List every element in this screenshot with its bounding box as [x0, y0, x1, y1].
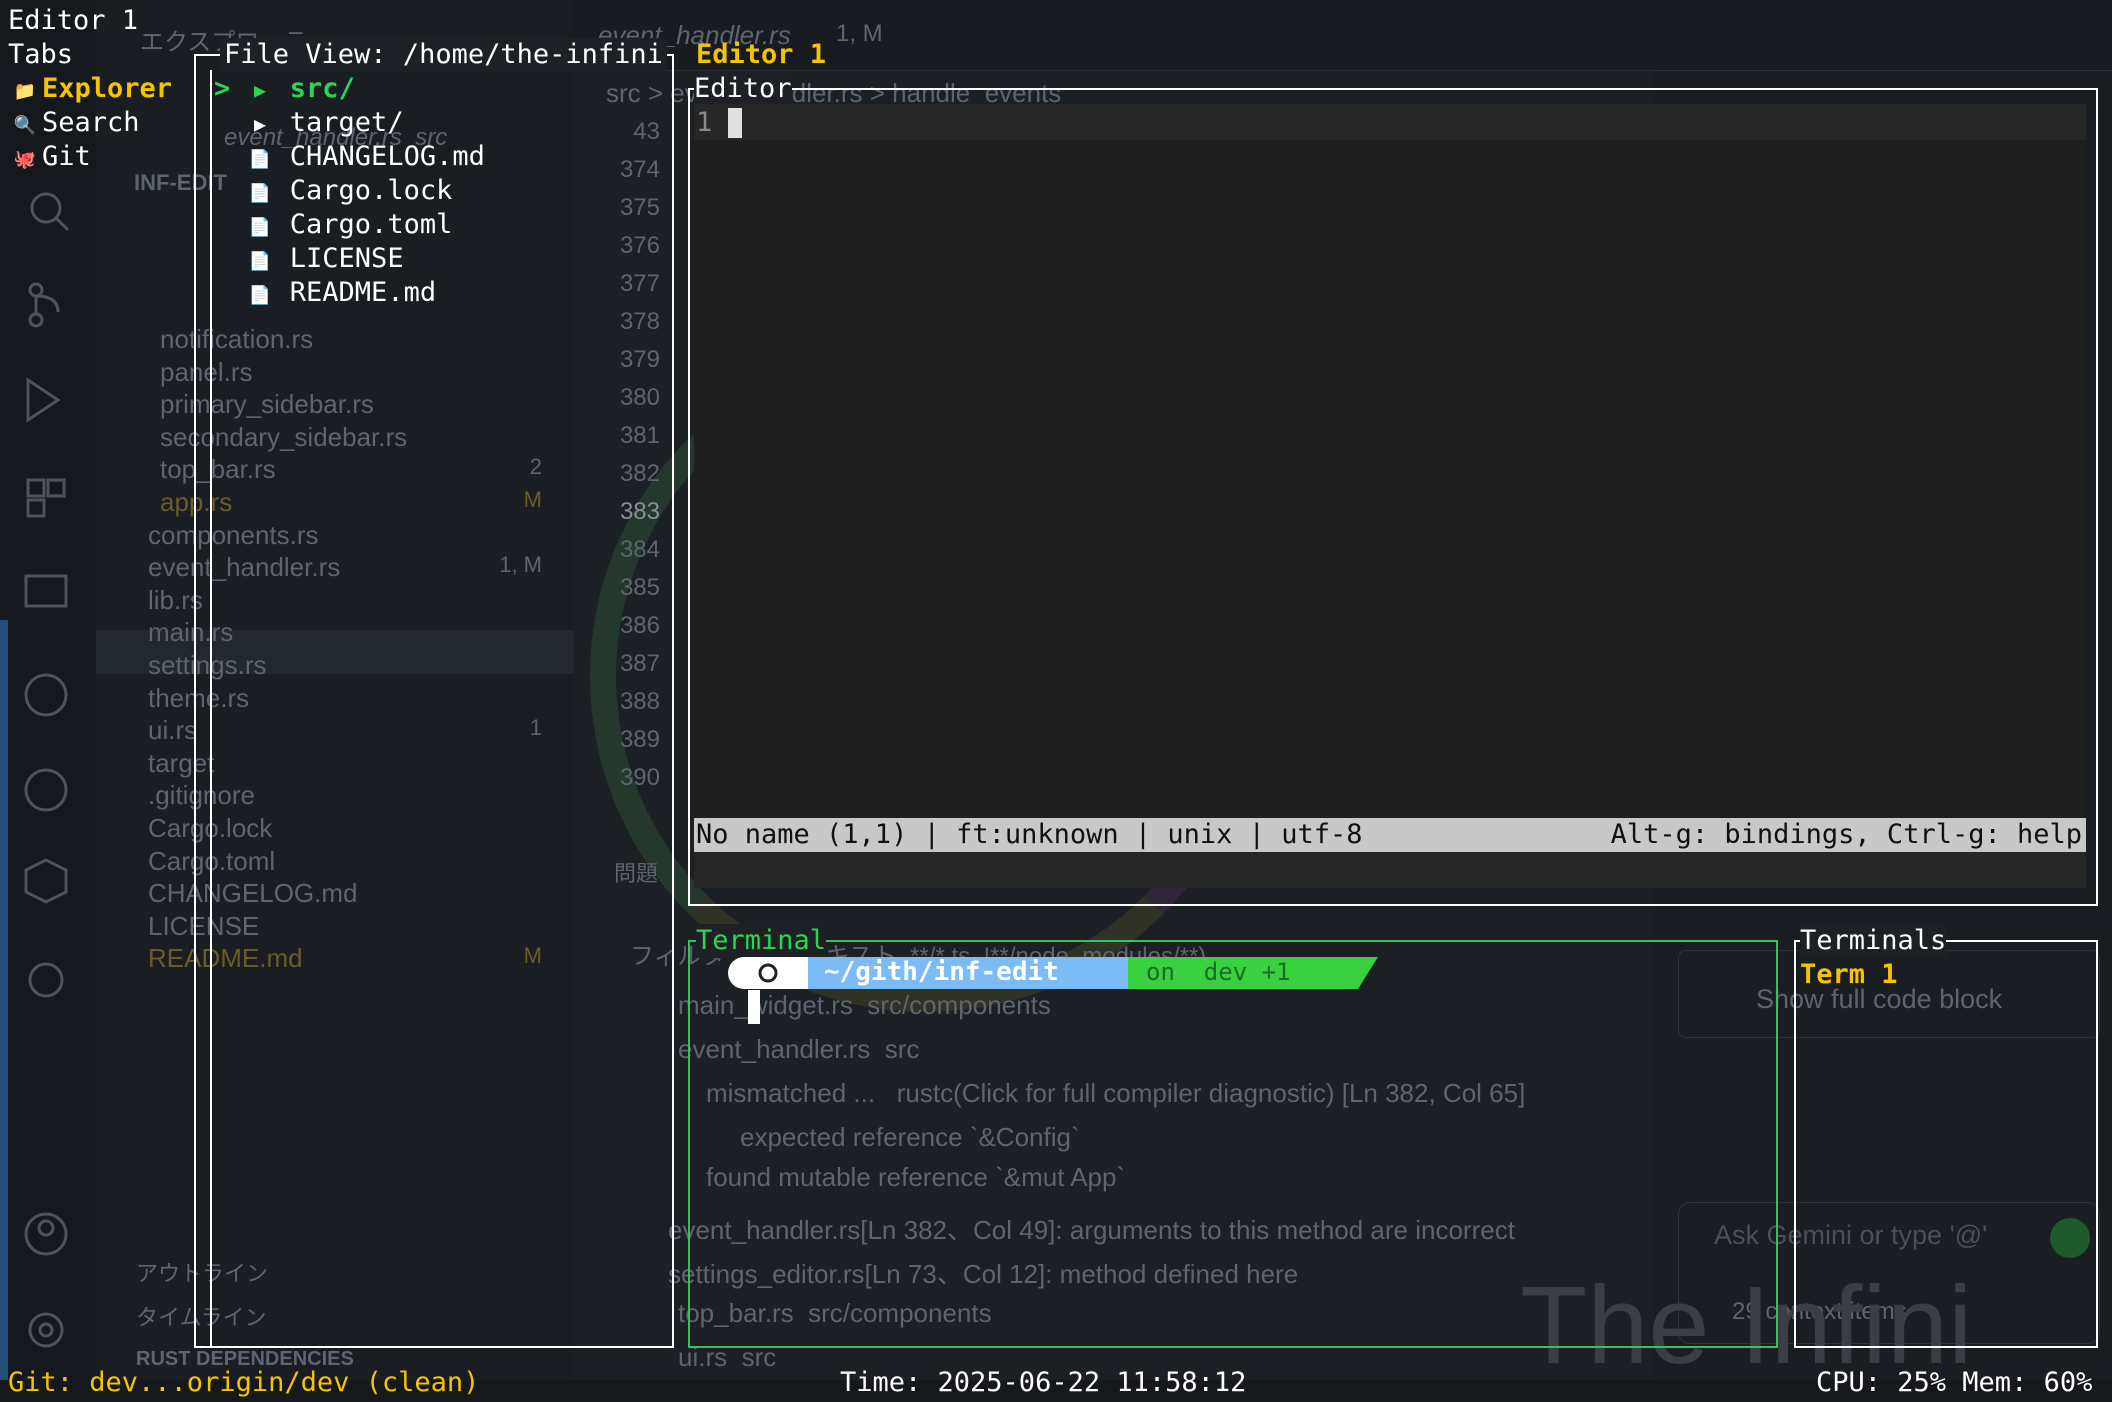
bg-tab-badge: 1, M [836, 20, 883, 47]
file-icon: 📄 [248, 251, 272, 272]
file-row[interactable]: 📄 README.md [214, 276, 485, 310]
prompt-path-segment: ~/gith/inf-edit [808, 957, 1128, 989]
tab-git[interactable]: 🐙 Git [8, 140, 172, 174]
tabs-list: 📁 Explorer 🔍 Search 🐙 Git [8, 72, 172, 174]
clock: Time: 2025-06-22 11:58:12 [840, 1367, 1247, 1398]
system-info: CPU: 25% Mem: 60% [1816, 1367, 2093, 1398]
folder-row[interactable]: ▶ target/ [214, 106, 485, 140]
file-icon: 📄 [248, 217, 272, 238]
file-icon: 📄 [248, 285, 272, 306]
app-title: Editor 1 [8, 5, 139, 36]
text-cursor [728, 108, 742, 138]
terminal-cursor [748, 990, 760, 1024]
folder-row[interactable]: > ▶ src/ [214, 72, 485, 106]
editor-statusline: No name (1,1) | ft:unknown | unix | utf-… [694, 818, 2086, 852]
editor-text-area[interactable] [694, 104, 2086, 818]
editor-cursor-line [694, 104, 2086, 140]
expand-arrow-icon: ▶ [254, 78, 267, 102]
file-name: Cargo.lock [289, 175, 453, 206]
terminals-list: Term 1 [1800, 958, 1898, 992]
file-name: src/ [289, 73, 355, 104]
file-icon: 📄 [248, 149, 272, 170]
file-row[interactable]: 📄 LICENSE [214, 242, 485, 276]
git-status: Git: dev...origin/dev (clean) [8, 1367, 480, 1398]
git-icon: 🐙 [13, 149, 37, 170]
statusline-file-info: No name (1,1) | ft:unknown | unix | utf-… [696, 819, 1363, 850]
editor-command-line[interactable] [694, 852, 2086, 888]
tab-explorer[interactable]: 📁 Explorer [8, 72, 172, 106]
file-name: README.md [289, 277, 437, 308]
statusline-help: Alt-g: bindings, Ctrl-g: help [1610, 819, 2082, 850]
terminal-panel[interactable] [688, 940, 1778, 1348]
terminal-title: Terminal [696, 924, 827, 958]
tab-label: Explorer [42, 73, 173, 104]
bg-accent-strip [0, 620, 8, 1380]
tab-search[interactable]: 🔍 Search [8, 106, 172, 140]
file-name: target/ [289, 107, 404, 138]
terminals-title: Terminals [1800, 924, 1947, 958]
file-name: CHANGELOG.md [289, 141, 485, 172]
tabs-label: Tabs [8, 39, 74, 70]
file-row[interactable]: 📄 Cargo.toml [214, 208, 485, 242]
file-name: Cargo.toml [289, 209, 453, 240]
file-row[interactable]: 📄 CHANGELOG.md [214, 140, 485, 174]
file-view-title: File View: /home/the-infini [220, 38, 667, 72]
tab-label: Search [42, 107, 140, 138]
file-view-inner-border [210, 70, 212, 1348]
search-icon: 🔍 [13, 115, 37, 136]
bg-account-icons [24, 1212, 68, 1348]
prompt-os-segment [728, 957, 808, 989]
prompt-git: on dev +1 [1146, 958, 1291, 986]
prompt-git-segment: on dev +1 [1128, 957, 1378, 989]
terminals-panel [1794, 940, 2098, 1348]
editor-box-title: Editor [694, 72, 792, 106]
editor-line-number: 1 [696, 107, 713, 138]
bg-file-name: ui.rs [148, 715, 198, 746]
file-tree: > ▶ src/ ▶ target/ 📄 CHANGELOG.md 📄 Carg… [214, 72, 485, 310]
terminal-item[interactable]: Term 1 [1800, 958, 1898, 992]
file-row[interactable]: 📄 Cargo.lock [214, 174, 485, 208]
gear-icon [758, 963, 778, 983]
file-name: LICENSE [289, 243, 404, 274]
selection-marker: > [214, 73, 231, 104]
editor-header: Editor 1 [696, 39, 827, 70]
expand-arrow-icon: ▶ [253, 112, 267, 136]
bg-activity-icons [24, 192, 70, 998]
prompt-path: ~/gith/inf-edit [824, 957, 1059, 987]
folder-icon: 📁 [13, 81, 37, 102]
tab-label: Git [42, 141, 91, 172]
file-icon: 📄 [248, 183, 272, 204]
